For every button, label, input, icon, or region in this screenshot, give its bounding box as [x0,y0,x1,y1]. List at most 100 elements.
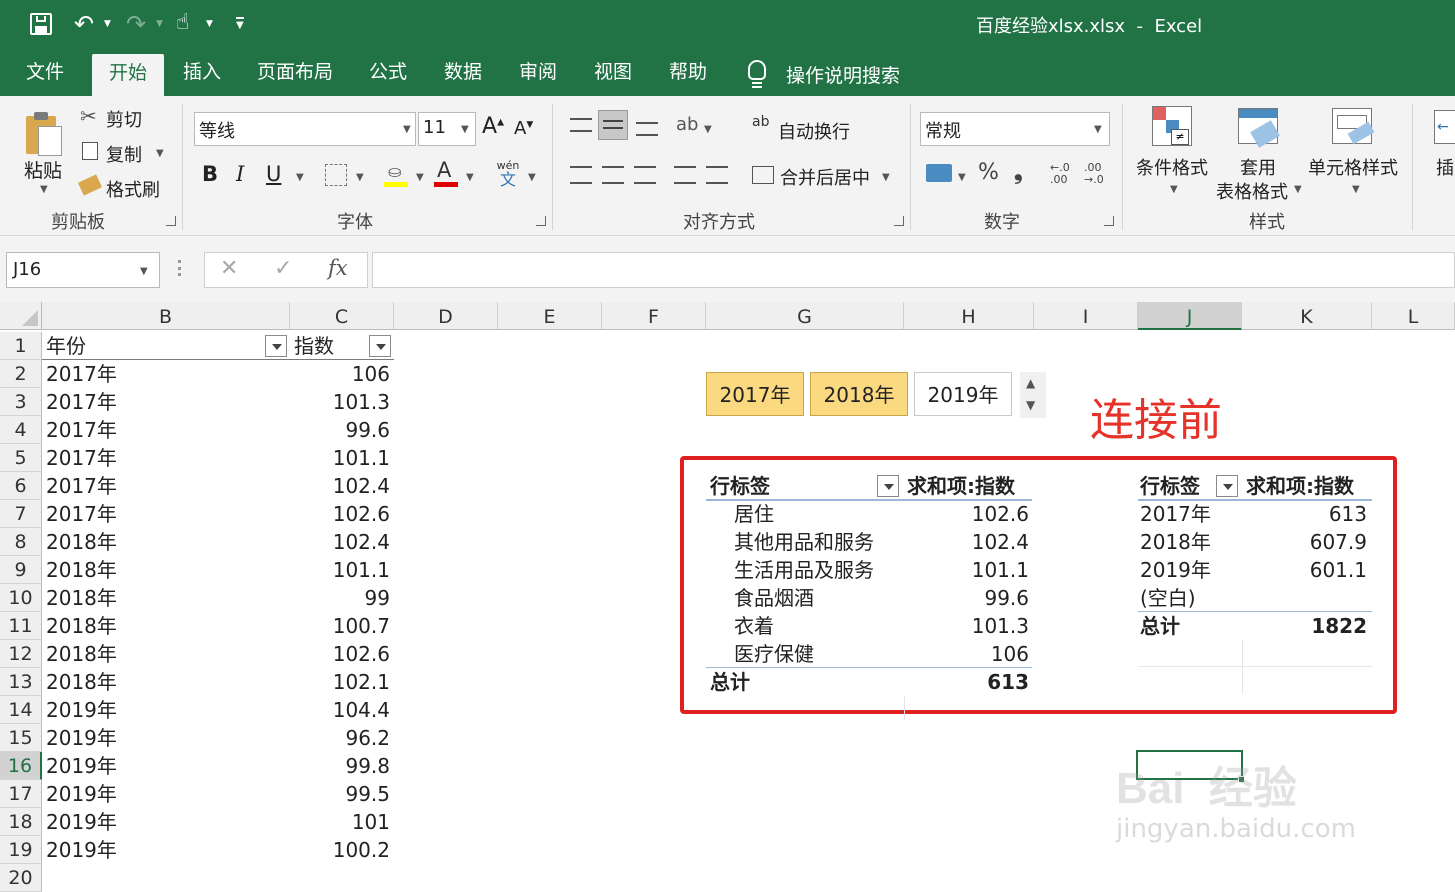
number-format-dropdown-icon[interactable]: ▼ [1094,124,1102,135]
column-header-i[interactable]: I [1034,302,1138,330]
row-header[interactable]: 18 [0,808,42,836]
cell-styles-dropdown-icon[interactable]: ▼ [1352,184,1360,195]
column-header-h[interactable]: H [904,302,1034,330]
year-cell[interactable]: 2018年 [46,584,117,612]
pivot2-total-value[interactable]: 1822 [1311,612,1367,640]
conditional-format-button[interactable]: 条件格式 [1136,154,1208,180]
row-header[interactable]: 13 [0,668,42,696]
copy-button[interactable]: 复制 [106,141,142,167]
format-as-table-top[interactable]: 套用 [1240,154,1276,180]
format-as-table-button[interactable]: 表格格式 [1216,178,1288,204]
pivot2-row-label[interactable]: 2017年 [1140,500,1211,528]
pivot1-row-label[interactable]: 生活用品及服务 [734,556,874,584]
row-header[interactable]: 9 [0,556,42,584]
format-painter-icon[interactable] [77,174,103,196]
formula-bar-grip-icon[interactable] [178,260,182,276]
column-header-e[interactable]: E [498,302,602,330]
index-cell[interactable]: 102.6 [333,500,390,528]
align-left-icon[interactable] [570,166,592,184]
format-as-table-icon[interactable] [1238,108,1280,148]
lightbulb-icon[interactable] [748,60,766,88]
pivot1-row-label[interactable]: 衣着 [734,612,774,640]
year-cell[interactable]: 2017年 [46,472,117,500]
row-header[interactable]: 8 [0,528,42,556]
index-cell[interactable]: 101.1 [333,556,390,584]
insert-function-icon[interactable]: fx [328,256,348,280]
orientation-dropdown-icon[interactable]: ▼ [704,124,712,135]
customize-qat-icon[interactable]: ▼ [236,17,244,31]
paste-button[interactable]: 粘贴 [24,156,62,183]
row-header[interactable]: 3 [0,388,42,416]
undo-icon[interactable]: ↶ [74,10,94,38]
tab-view[interactable]: 视图 [582,50,644,96]
index-cell[interactable]: 101 [352,808,390,836]
year-filter-button[interactable] [265,335,287,357]
tab-data[interactable]: 数据 [432,50,494,96]
align-right-icon[interactable] [634,166,656,184]
slicer-scroll-down-icon[interactable]: ▼ [1026,398,1035,412]
slicer-item-2019[interactable]: 2019年 [914,372,1012,416]
cell-styles-button[interactable]: 单元格样式 [1308,154,1398,180]
year-cell[interactable]: 2017年 [46,388,117,416]
year-cell[interactable]: 2018年 [46,668,117,696]
bold-button[interactable]: B [202,162,218,186]
table-header-index[interactable]: 指数 [294,332,334,360]
year-cell[interactable]: 2018年 [46,528,117,556]
pivot1-row-label[interactable]: 医疗保健 [734,640,814,668]
tab-review[interactable]: 审阅 [508,50,568,96]
pivot1-row-label[interactable]: 居住 [734,500,774,528]
pivot2-header-value[interactable]: 求和项:指数 [1246,472,1354,500]
tab-insert[interactable]: 插入 [170,50,234,96]
slicer-scrollbar[interactable]: ▲ ▼ [1020,372,1046,418]
paste-icon[interactable] [24,110,64,156]
row-header[interactable]: 11 [0,612,42,640]
row-header[interactable]: 20 [0,864,42,892]
index-cell[interactable]: 104.4 [333,696,390,724]
row-header[interactable]: 7 [0,500,42,528]
name-box[interactable]: J16 [6,252,160,288]
pivot1-row-value[interactable]: 102.6 [972,500,1029,528]
decrease-indent-icon[interactable] [674,166,696,184]
index-cell[interactable]: 99.8 [345,752,390,780]
fill-color-icon[interactable]: ⛀ [384,162,408,188]
conditional-dropdown-icon[interactable]: ▼ [1170,184,1178,195]
accounting-format-icon[interactable] [926,164,952,182]
pivot2-row-label[interactable]: 2018年 [1140,528,1211,556]
row-header[interactable]: 4 [0,416,42,444]
tab-formulas[interactable]: 公式 [358,50,418,96]
touch-mode-icon[interactable]: ☝ [176,10,189,35]
pivot2-row-value[interactable]: 613 [1329,500,1367,528]
phonetic-icon[interactable]: wén 文 [494,160,522,190]
pivot1-total-label[interactable]: 总计 [710,668,750,696]
index-cell[interactable]: 102.6 [333,640,390,668]
year-cell[interactable]: 2019年 [46,724,117,752]
percent-button[interactable]: % [978,160,999,185]
index-cell[interactable]: 96.2 [345,724,390,752]
format-painter-button[interactable]: 格式刷 [106,176,160,202]
font-launcher-icon[interactable] [536,216,546,226]
wrap-text-icon[interactable]: ab [752,114,769,130]
orientation-icon[interactable]: ab [676,114,698,135]
redo-dropdown-icon[interactable]: ▼ [156,19,163,29]
index-cell[interactable]: 99 [365,584,390,612]
year-cell[interactable]: 2019年 [46,696,117,724]
year-cell[interactable]: 2019年 [46,752,117,780]
insert-cells-icon[interactable]: ← [1434,110,1455,144]
tab-page-layout[interactable]: 页面布局 [246,50,344,96]
year-cell[interactable]: 2019年 [46,808,117,836]
font-color-icon[interactable]: A [434,158,458,188]
row-header[interactable]: 6 [0,472,42,500]
wrap-text-button[interactable]: 自动换行 [778,118,850,144]
year-cell[interactable]: 2018年 [46,640,117,668]
pivot1-row-value[interactable]: 101.1 [972,556,1029,584]
pivot1-row-value[interactable]: 99.6 [984,584,1029,612]
undo-dropdown-icon[interactable]: ▼ [104,19,111,29]
tell-me-search[interactable]: 操作说明搜索 [786,61,900,88]
touch-dropdown-icon[interactable]: ▼ [206,19,213,29]
comma-button[interactable]: ❟ [1014,160,1023,185]
row-header[interactable]: 10 [0,584,42,612]
index-filter-button[interactable] [369,335,391,357]
formula-input[interactable] [372,252,1455,288]
number-format-select[interactable]: 常规 [920,112,1110,146]
accounting-dropdown-icon[interactable]: ▼ [958,172,966,183]
